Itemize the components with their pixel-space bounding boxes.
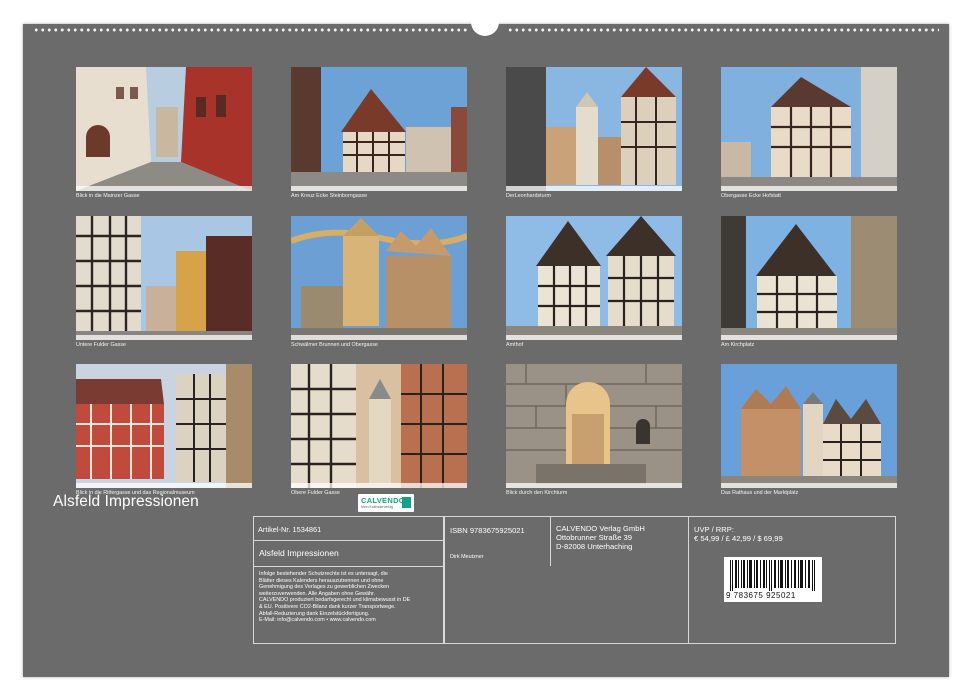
photo-caption: Untere Fulder Gasse [76, 342, 127, 348]
barcode-bars [730, 560, 815, 591]
legal-line: weiterzuverwenden. Alle Angaben ohne Gew… [259, 590, 375, 597]
divider [253, 566, 443, 567]
calendar-title: Alsfeld Impressionen [53, 493, 199, 510]
legal-notice: Infolge bestehender Schutzrechte ist es … [259, 571, 441, 624]
photo-caption: Das Rathaus und der Marktplatz [721, 490, 799, 496]
photo-caption: Schwälmer Brunnen und Obergasse [291, 342, 378, 348]
legal-line: & EU. Positivere CO2-Bilanz dank kurzer … [259, 603, 396, 610]
barcode: 9 783675 925021 [724, 557, 822, 602]
photo-thumbnail [721, 364, 897, 488]
binding-holes-right [507, 27, 939, 33]
publisher-line: D-82008 Unterhaching [556, 542, 633, 551]
calendar-strip [506, 186, 682, 191]
photo-caption: Amthof [506, 342, 524, 348]
photo-thumbnail [721, 67, 897, 191]
photo-caption: Blick durch den Kirchturm [506, 490, 568, 496]
calendar-strip [721, 483, 897, 488]
calendar-strip [76, 186, 252, 191]
photo-caption: Am Kirchplatz [721, 342, 755, 348]
photo-thumbnail [291, 67, 467, 191]
barcode-digits: 9 783675 925021 [726, 591, 796, 600]
isbn: ISBN 9783675925021 [450, 526, 525, 535]
legal-line: Blätter dieses Kalenders herauszutrennen… [259, 577, 384, 584]
photo-thumbnail [506, 67, 682, 191]
article-number: Artikel-Nr. 1534861 [258, 525, 322, 534]
photo-thumbnail [76, 67, 252, 191]
price-label: UVP / RRP: [694, 525, 734, 534]
author: Dirk Meutzner [450, 554, 484, 560]
product-title: Alsfeld Impressionen [259, 548, 339, 558]
legal-line: CALVENDO produziert bedarfsgerecht und k… [259, 597, 411, 604]
photo-thumbnail [76, 364, 252, 488]
photo-caption: Am Kreuz Ecke Steinborngasse [291, 193, 368, 199]
photo-thumbnail [721, 216, 897, 340]
calendar-strip [721, 335, 897, 340]
logo-mark-icon [402, 497, 411, 508]
legal-line: Genehmigung des Verlages zu gewerblichen… [259, 584, 390, 591]
calendar-strip [506, 335, 682, 340]
photo-thumbnail [76, 216, 252, 340]
calendar-strip [76, 483, 252, 488]
legal-line: E-Mail: info@calvendo.com • www.calvendo… [259, 617, 376, 624]
calendar-strip [506, 483, 682, 488]
calendar-strip [291, 335, 467, 340]
photo-caption: Blick in die Mainzer Gasse [76, 193, 140, 199]
photo-thumbnail [506, 216, 682, 340]
binding-holes-left [33, 27, 469, 33]
calendar-strip [291, 483, 467, 488]
calvendo-logo: CALVENDO Mein Kalenderverlag [358, 494, 414, 512]
price-values: € 54,99 / £ 42,99 / $ 69,99 [694, 534, 783, 543]
photo-thumbnail [291, 216, 467, 340]
photo-caption: DerLeonhardsturm [506, 193, 551, 199]
photo-thumbnail [291, 364, 467, 488]
calendar-strip [291, 186, 467, 191]
calendar-strip [76, 335, 252, 340]
photo-caption: Obergasse Ecke Hofstatt [721, 193, 781, 199]
legal-line: Abfall-Reduzierung dank Einzelstückferti… [259, 610, 370, 617]
legal-line: Infolge bestehender Schutzrechte ist es … [259, 571, 388, 577]
divider [253, 540, 443, 541]
photo-thumbnail [506, 364, 682, 488]
divider [550, 516, 551, 566]
logo-tagline: Mein Kalenderverlag [361, 505, 394, 509]
logo-wordmark: CALVENDO [361, 496, 405, 505]
photo-caption: Obere Fulder Gasse [291, 490, 340, 496]
calendar-strip [721, 186, 897, 191]
